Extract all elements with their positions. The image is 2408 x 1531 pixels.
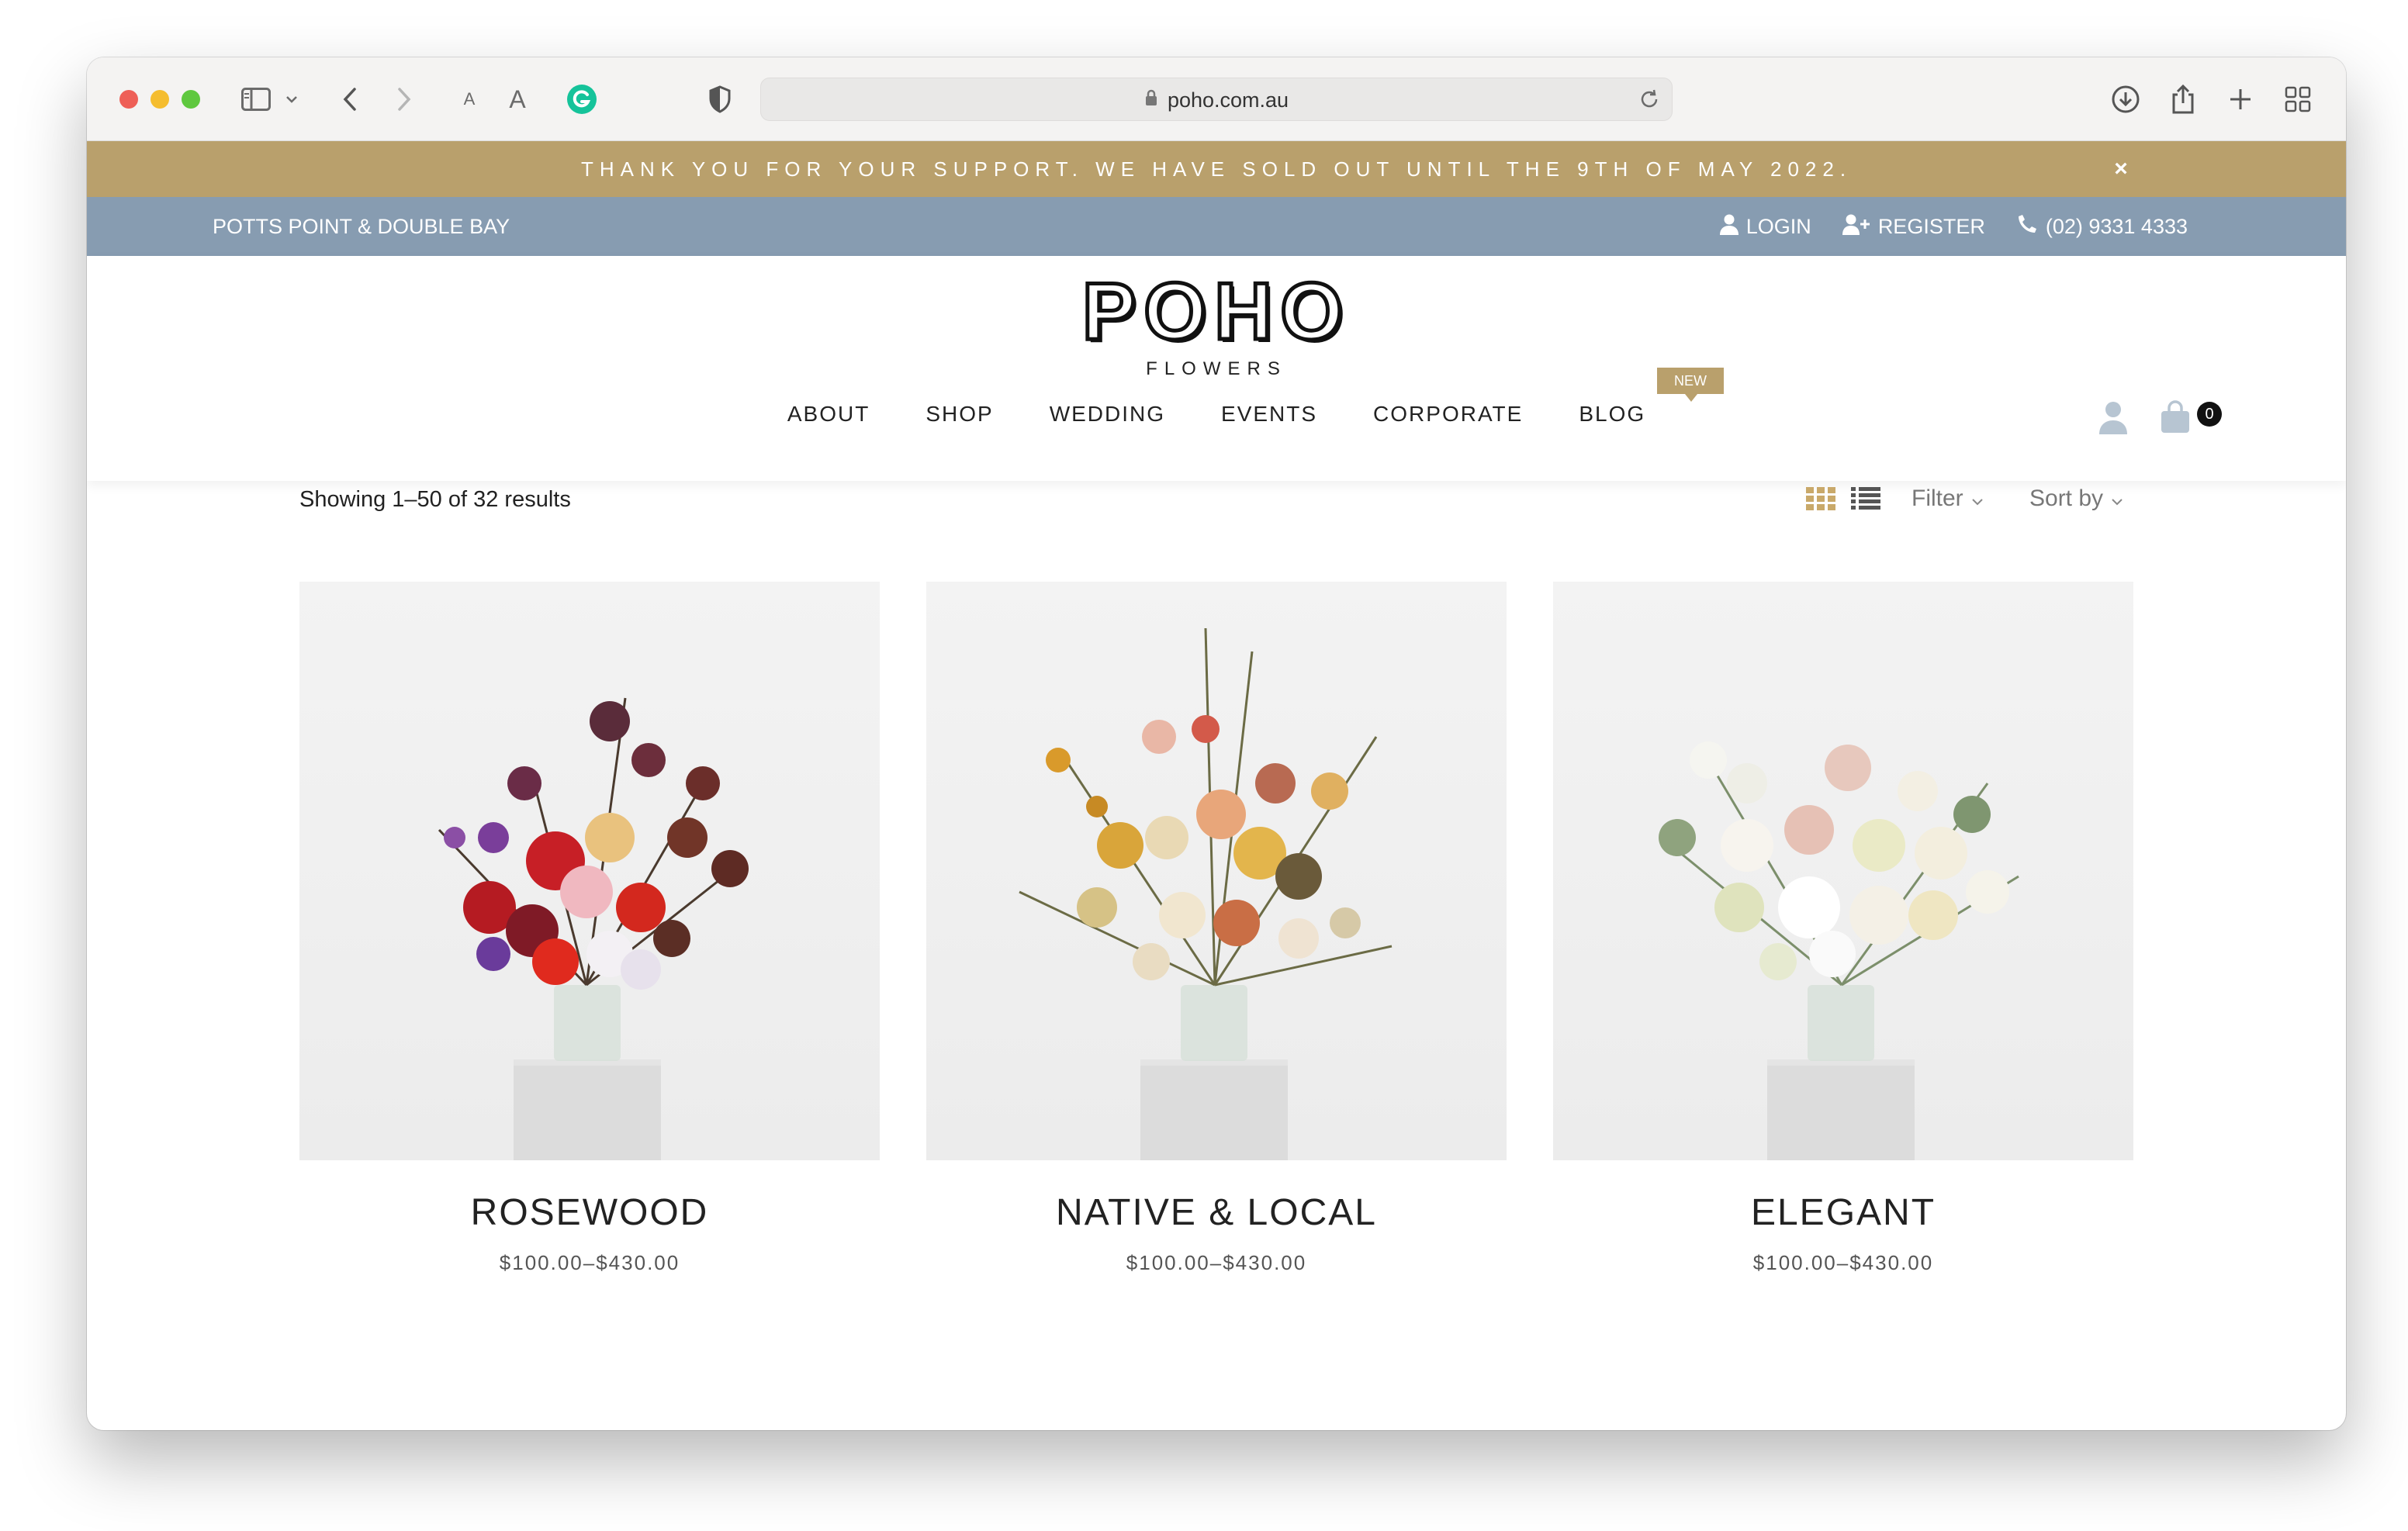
site-header: POHO FLOWERS ABOUT SHOP WEDDING EVENTS C… xyxy=(87,256,2346,481)
grammarly-extension-icon[interactable] xyxy=(565,81,599,118)
privacy-shield-icon[interactable] xyxy=(704,81,735,118)
forward-icon[interactable] xyxy=(391,81,417,118)
user-icon xyxy=(1719,213,1739,240)
product-price: $100.00–$430.00 xyxy=(499,1251,680,1274)
logo-subtitle: FLOWERS xyxy=(1146,358,1287,379)
share-icon[interactable] xyxy=(2166,81,2200,118)
tab-overview-icon[interactable] xyxy=(2281,81,2315,118)
shopping-bag-icon[interactable] xyxy=(2160,400,2191,438)
zoom-window-button[interactable] xyxy=(182,90,200,109)
download-icon[interactable] xyxy=(2109,81,2143,118)
phone-icon xyxy=(2016,213,2038,240)
register-link[interactable]: REGISTER xyxy=(1842,213,1985,240)
product-price: $100.00–$430.00 xyxy=(1752,1251,1934,1274)
product-price: $100.00–$430.00 xyxy=(1126,1251,1307,1274)
chevron-down-icon[interactable] xyxy=(282,81,301,118)
new-tab-icon[interactable] xyxy=(2223,81,2258,118)
browser-toolbar: A A poho.com.au xyxy=(87,57,2346,141)
nav-corporate[interactable]: CORPORATE xyxy=(1373,402,1523,433)
product-name[interactable]: ROSEWOOD xyxy=(299,1191,880,1234)
product-image-elegant[interactable] xyxy=(1553,582,2133,1160)
phone-number: (02) 9331 4333 xyxy=(2045,214,2188,238)
product-card[interactable]: ROSEWOOD $100.00–$430.00 xyxy=(299,582,880,1275)
user-plus-icon xyxy=(1842,213,1870,240)
chevron-down-icon xyxy=(1971,486,1984,512)
login-label: LOGIN xyxy=(1745,214,1811,238)
store-locations: POTTS POINT & DOUBLE BAY xyxy=(213,214,510,238)
announcement-text: THANK YOU FOR YOUR SUPPORT. WE HAVE SOLD… xyxy=(580,157,1853,181)
reload-icon[interactable] xyxy=(1638,88,1661,115)
product-card[interactable]: NATIVE & LOCAL $100.00–$430.00 xyxy=(926,582,1507,1275)
phone-link[interactable]: (02) 9331 4333 xyxy=(2016,213,2188,240)
product-name[interactable]: NATIVE & LOCAL xyxy=(926,1191,1507,1234)
main-nav: ABOUT SHOP WEDDING EVENTS CORPORATE BLOG xyxy=(87,402,2346,433)
sort-label: Sort by xyxy=(2029,486,2104,511)
reader-text-larger-button[interactable]: A xyxy=(506,81,529,118)
close-announcement-button[interactable]: × xyxy=(2112,157,2136,181)
product-image-rosewood[interactable] xyxy=(299,582,880,1160)
filter-label: Filter xyxy=(1912,486,1963,511)
account-icon[interactable] xyxy=(2099,400,2127,438)
grid-view-icon[interactable] xyxy=(1806,487,1835,514)
product-image-native-local[interactable] xyxy=(926,582,1507,1160)
address-bar[interactable]: poho.com.au xyxy=(760,78,1673,121)
nav-wedding[interactable]: WEDDING xyxy=(1050,402,1165,433)
sort-dropdown[interactable]: Sort by xyxy=(2029,486,2123,512)
register-label: REGISTER xyxy=(1877,214,1985,238)
nav-events[interactable]: EVENTS xyxy=(1221,402,1317,433)
minimize-window-button[interactable] xyxy=(150,90,169,109)
back-icon[interactable] xyxy=(337,81,363,118)
product-card[interactable]: ELEGANT $100.00–$430.00 xyxy=(1553,582,2133,1275)
filter-dropdown[interactable]: Filter xyxy=(1912,486,1984,512)
url-text: poho.com.au xyxy=(1167,88,1289,112)
announcement-bar: THANK YOU FOR YOUR SUPPORT. WE HAVE SOLD… xyxy=(87,141,2346,197)
lock-icon xyxy=(1144,88,1158,112)
result-count: Showing 1–50 of 32 results xyxy=(299,487,571,512)
nav-blog[interactable]: BLOG xyxy=(1579,402,1645,433)
logo-wordmark[interactable]: POHO xyxy=(87,270,2346,354)
list-view-icon[interactable] xyxy=(1851,487,1880,514)
reader-text-smaller-button[interactable]: A xyxy=(458,81,481,118)
sidebar-toggle-icon[interactable] xyxy=(239,81,273,118)
blog-new-badge: NEW xyxy=(1657,368,1724,402)
nav-about[interactable]: ABOUT xyxy=(787,402,870,433)
view-toggle xyxy=(1806,487,1880,514)
nav-shop[interactable]: SHOP xyxy=(925,402,993,433)
browser-window: A A poho.com.au THANK YOU FOR YOUR SUPPO… xyxy=(87,57,2346,1430)
cart-count-badge: 0 xyxy=(2197,402,2222,427)
product-name[interactable]: ELEGANT xyxy=(1553,1191,2133,1234)
chevron-down-icon xyxy=(2111,486,2123,512)
close-window-button[interactable] xyxy=(119,90,138,109)
login-link[interactable]: LOGIN xyxy=(1719,213,1811,240)
top-info-bar: POTTS POINT & DOUBLE BAY LOGIN REGISTER … xyxy=(87,197,2346,256)
